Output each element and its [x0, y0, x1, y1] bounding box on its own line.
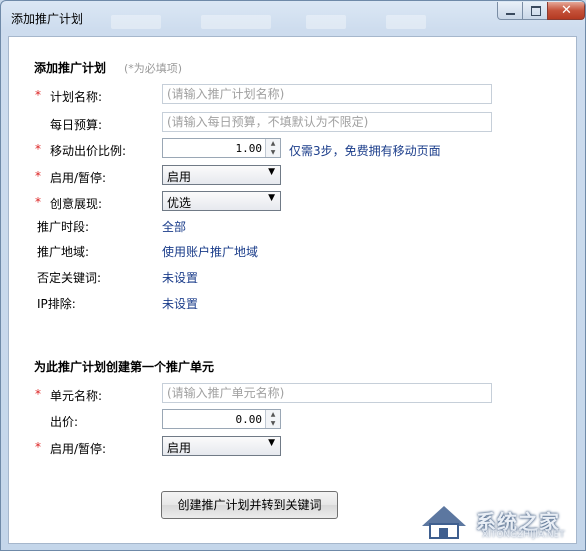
minimize-icon — [506, 13, 515, 15]
watermark: 系统之家 XITONGZHIJIA.NET — [414, 496, 580, 542]
required-hint: (*为必填项) — [124, 62, 183, 75]
mobile-bid-ratio-stepper[interactable]: 1.00 ▲ ▼ — [162, 138, 281, 158]
required-mark: * — [35, 195, 41, 209]
bid-value: 0.00 — [235, 413, 263, 426]
chevron-down-icon: ▼ — [268, 193, 275, 203]
background-tab-ghost — [111, 15, 161, 29]
plan-section-title: 添加推广计划 — [34, 61, 107, 75]
unit-name-label: 单元名称: — [50, 389, 103, 403]
required-mark: * — [35, 88, 41, 102]
chevron-down-icon: ▼ — [268, 167, 275, 177]
region-label: 推广地域: — [37, 245, 90, 259]
stepper-arrows: ▲ ▼ — [265, 139, 280, 157]
negative-keywords-label: 否定关键词: — [37, 271, 102, 285]
region-link[interactable]: 使用账户推广地域 — [162, 243, 258, 260]
plan-name-input[interactable]: (请输入推广计划名称) — [162, 84, 492, 104]
unit-section-title: 为此推广计划创建第一个推广单元 — [34, 360, 215, 374]
mobile-bid-ratio-label: 移动出价比例: — [50, 144, 127, 158]
stepper-down-icon[interactable]: ▼ — [266, 419, 280, 428]
creative-display-value: 优选 — [167, 196, 192, 210]
bid-stepper[interactable]: 0.00 ▲ ▼ — [162, 409, 281, 429]
required-mark: * — [35, 440, 41, 454]
minimize-button[interactable] — [497, 2, 523, 20]
mobile-page-promo-link[interactable]: 仅需3步，免费拥有移动页面 — [289, 142, 441, 159]
watermark-url: XITONGZHIJIA.NET — [482, 530, 565, 540]
schedule-label: 推广时段: — [37, 220, 90, 234]
daily-budget-input[interactable]: (请输入每日预算，不填默认为不限定) — [162, 112, 492, 132]
stepper-arrows: ▲ ▼ — [265, 410, 280, 428]
required-mark: * — [35, 142, 41, 156]
maximize-button[interactable] — [522, 2, 548, 20]
creative-display-select[interactable]: 优选 ▼ — [162, 191, 281, 211]
plan-status-value: 启用 — [167, 170, 192, 184]
unit-status-label: 启用/暂停: — [50, 442, 107, 456]
creative-display-label: 创意展现: — [50, 197, 103, 211]
close-icon: ✕ — [561, 3, 572, 18]
background-tab-ghost — [201, 15, 271, 29]
dialog-window: 添加推广计划 ✕ 添加推广计划 (*为必填项) * 计划名称: (请输入推广计划… — [0, 0, 586, 551]
schedule-link[interactable]: 全部 — [162, 218, 186, 235]
background-tab-ghost — [306, 15, 346, 29]
title-bar[interactable]: 添加推广计划 ✕ — [1, 1, 585, 33]
bid-label: 出价: — [50, 415, 79, 429]
maximize-icon — [531, 6, 541, 16]
required-mark: * — [35, 169, 41, 183]
plan-name-label: 计划名称: — [50, 90, 103, 104]
dialog-content: 添加推广计划 (*为必填项) * 计划名称: (请输入推广计划名称) 每日预算:… — [8, 36, 577, 544]
house-logo-icon — [422, 506, 466, 539]
mobile-bid-ratio-value: 1.00 — [235, 142, 263, 155]
plan-status-select[interactable]: 启用 ▼ — [162, 165, 281, 185]
close-button[interactable]: ✕ — [547, 2, 585, 20]
plan-status-label: 启用/暂停: — [50, 171, 107, 185]
background-tab-ghost — [386, 15, 426, 29]
daily-budget-label: 每日预算: — [50, 118, 103, 132]
ip-exclusion-link[interactable]: 未设置 — [162, 295, 198, 312]
window-title: 添加推广计划 — [11, 12, 84, 26]
unit-status-value: 启用 — [167, 441, 192, 455]
ip-exclusion-label: IP排除: — [37, 297, 76, 311]
stepper-down-icon[interactable]: ▼ — [266, 148, 280, 157]
create-plan-button[interactable]: 创建推广计划并转到关键词 — [161, 491, 338, 519]
negative-keywords-link[interactable]: 未设置 — [162, 269, 198, 286]
unit-name-input[interactable]: (请输入推广单元名称) — [162, 383, 492, 403]
unit-status-select[interactable]: 启用 ▼ — [162, 436, 281, 456]
required-mark: * — [35, 387, 41, 401]
chevron-down-icon: ▼ — [268, 438, 275, 448]
